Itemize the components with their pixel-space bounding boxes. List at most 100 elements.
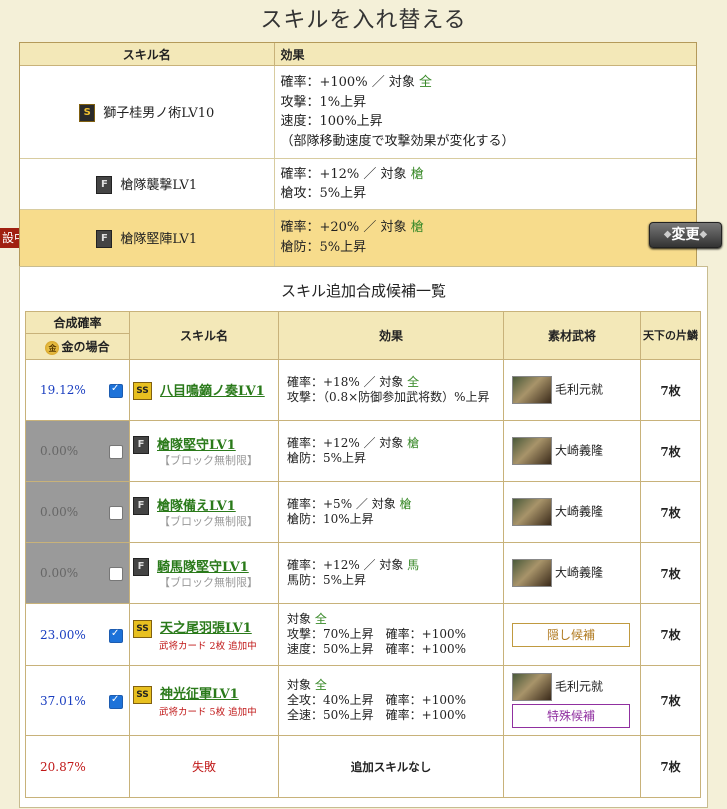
skill-name: 槍隊堅陣LV1 [120, 231, 198, 247]
candidate-row: 37.01% SS 神光征軍LV1 武将カード 5枚 追加中 対象 全全攻：40%上… [25, 665, 701, 736]
general-portrait [512, 673, 552, 701]
skill-note: 【ブロック無制限】 [159, 454, 258, 468]
rate-cell: 20.87% [25, 735, 130, 798]
skill-cell: F 騎馬隊堅守LV1 【ブロック無制限】 [129, 542, 279, 604]
header-material: 素材武将 [503, 311, 641, 360]
candidates-panel: スキル追加合成候補一覧 合成確率 スキル名 効果 素材武将 天下の片鱗 金金の場… [19, 266, 708, 808]
skill-name: 槍隊襲撃LV1 [120, 177, 198, 193]
effect-cell: 対象 全攻撃：70%上昇 確率：+100% 速度：50%上昇 確率：+100% [278, 603, 504, 666]
rate-cell: 0.00% [25, 481, 130, 543]
diamond-icon: ◆ [663, 229, 672, 240]
material-cell: 毛利元就 [503, 359, 641, 421]
general-portrait [512, 437, 552, 465]
candidate-row: 0.00% F 槍隊備えLV1 【ブロック無制限】 確率：+5% ／ 対象 槍槍防：… [25, 481, 701, 543]
skill-name: 獅子桂男ノ術LV10 [103, 105, 215, 121]
count-cell: 7枚 [640, 665, 701, 736]
material-cell: 隠し候補 [503, 603, 641, 666]
gold-coin-icon: 金 [45, 340, 60, 355]
diamond-icon: ◆ [699, 229, 708, 240]
count-cell: 7枚 [640, 603, 701, 666]
current-skill-row-selected[interactable]: F 槍隊堅陣LV1 確率：+20% ／ 対象 槍 槍防：5%上昇 [20, 209, 696, 266]
skill-link[interactable]: 神光征軍LV1 [160, 687, 239, 702]
general-portrait [512, 498, 552, 526]
candidates-title: スキル追加合成候補一覧 [280, 282, 446, 300]
rank-f-icon: F [133, 436, 149, 455]
skill-effect: 確率：+20% ／ 対象 槍 槍防：5%上昇 [274, 209, 696, 266]
material-cell: 毛利元就 特殊候補 [503, 665, 641, 736]
count-cell: 7枚 [640, 359, 701, 421]
current-skill-row: F 槍隊襲撃LV1 確率：+12% ／ 対象 槍 槍攻：5%上昇 [20, 158, 696, 210]
rate-cell: 37.01% [25, 665, 130, 736]
current-skill-row: S 獅子桂男ノ術LV10 確率：+100% ／ 対象 全 攻撃：1%上昇 速度：1… [20, 65, 696, 159]
skill-link[interactable]: 槍隊備えLV1 [157, 499, 236, 514]
header-effect: 効果 [274, 43, 696, 66]
effect-cell: 確率：+18% ／ 対象 全攻撃：（0.8×防御参加武将数）%上昇 [278, 359, 504, 421]
material-cell: 大崎義隆 [503, 542, 641, 604]
header-rate: 合成確率 [25, 311, 130, 334]
skill-note: 【ブロック無制限】 [159, 515, 258, 529]
rank-s-icon: S [79, 104, 96, 123]
material-cell: 大崎義隆 [503, 481, 641, 543]
skill-note: 【ブロック無制限】 [159, 576, 258, 590]
header-skill-name: スキル名 [129, 311, 279, 360]
skill-link[interactable]: 天之尾羽張LV1 [160, 621, 252, 636]
rate-cell: 23.00% [25, 603, 130, 666]
select-checkbox[interactable] [109, 506, 123, 520]
select-checkbox[interactable] [109, 383, 123, 398]
skill-link[interactable]: 八目鳴鏑ノ奏LV1 [160, 384, 265, 399]
skill-cell: SS 神光征軍LV1 武将カード 5枚 追加中 [129, 665, 279, 736]
candidate-row: 0.00% F 槍隊堅守LV1 【ブロック無制限】 確率：+12% ／ 対象 槍槍防… [25, 420, 701, 482]
effect-cell: 対象 全全攻：40%上昇 確率：+100% 全速：50%上昇 確率：+100% [278, 665, 504, 736]
skill-cell: SS 八目鳴鏑ノ奏LV1 [129, 359, 279, 421]
effect-cell: 確率：+5% ／ 対象 槍槍防：10%上昇 [278, 481, 504, 543]
skill-effect: 確率：+100% ／ 対象 全 攻撃：1%上昇 速度：100%上昇 （部隊移動速… [274, 65, 696, 159]
rank-ss-icon: SS [133, 382, 152, 401]
count-cell: 7枚 [640, 481, 701, 543]
select-checkbox[interactable] [109, 567, 123, 581]
page-title: スキルを入れ替える [260, 8, 467, 33]
header-count: 天下の片鱗 [640, 311, 701, 360]
candidate-row: 19.12% SS 八目鳴鏑ノ奏LV1 確率：+18% ／ 対象 全攻撃：（0.8… [25, 359, 701, 421]
fail-label: 失敗 [129, 735, 279, 798]
rate-cell: 0.00% [25, 542, 130, 604]
general-portrait [512, 559, 552, 587]
rank-f-icon: F [133, 558, 149, 577]
rate-cell: 0.00% [25, 420, 130, 482]
rank-f-icon: F [133, 497, 149, 516]
general-portrait [512, 376, 552, 404]
candidate-row-fail: 20.87% 失敗 追加スキルなし 7枚 [25, 735, 701, 798]
select-checkbox[interactable] [109, 628, 123, 643]
material-cell: 大崎義隆 [503, 420, 641, 482]
hidden-candidate-box: 隠し候補 [512, 622, 630, 647]
skill-link[interactable]: 槍隊堅守LV1 [157, 438, 236, 453]
skill-cell: SS 天之尾羽張LV1 武将カード 2枚 追加中 [129, 603, 279, 666]
skill-effect: 確率：+12% ／ 対象 槍 槍攻：5%上昇 [274, 158, 696, 210]
card-added-note: 武将カード 2枚 追加中 [159, 640, 257, 652]
skill-cell: F 槍隊堅守LV1 【ブロック無制限】 [129, 420, 279, 482]
rank-ss-icon: SS [133, 619, 152, 638]
header-effect: 効果 [278, 311, 504, 360]
candidate-row: 23.00% SS 天之尾羽張LV1 武将カード 2枚 追加中 対象 全攻撃：70%… [25, 603, 701, 666]
candidate-row: 0.00% F 騎馬隊堅守LV1 【ブロック無制限】 確率：+12% ／ 対象 馬馬… [25, 542, 701, 604]
rank-f-icon: F [96, 230, 113, 248]
select-checkbox[interactable] [109, 445, 123, 459]
count-cell: 7枚 [640, 420, 701, 482]
skill-cell: F 槍隊備えLV1 【ブロック無制限】 [129, 481, 279, 543]
count-cell: 7枚 [640, 735, 701, 798]
rate-cell: 19.12% [25, 359, 130, 421]
count-cell: 7枚 [640, 542, 701, 604]
header-gold: 金金の場合 [25, 333, 130, 360]
effect-cell: 確率：+12% ／ 対象 槍槍防：5%上昇 [278, 420, 504, 482]
card-added-note: 武将カード 5枚 追加中 [159, 706, 257, 718]
material-cell [503, 735, 641, 798]
current-skills-table: スキル名 効果 S 獅子桂男ノ術LV10 確率：+100% ／ 対象 全 攻撃：1… [19, 42, 697, 267]
rank-ss-icon: SS [133, 685, 152, 704]
header-skill-name: スキル名 [20, 43, 275, 66]
skill-link[interactable]: 騎馬隊堅守LV1 [157, 560, 249, 575]
rank-f-icon: F [96, 176, 113, 195]
special-candidate-box: 特殊候補 [512, 704, 630, 728]
select-checkbox[interactable] [109, 694, 123, 709]
effect-cell: 確率：+12% ／ 対象 馬馬防：5%上昇 [278, 542, 504, 604]
no-skill-label: 追加スキルなし [278, 735, 504, 798]
change-button[interactable]: ◆変更◆ [649, 222, 722, 248]
